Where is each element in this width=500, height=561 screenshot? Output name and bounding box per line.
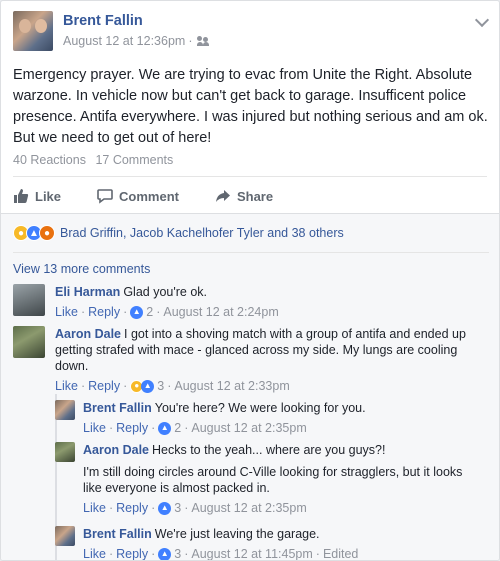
- reply-body: Aaron Dale Hecks to the yeah... where are…: [83, 442, 483, 516]
- meta-separator: ·: [188, 34, 193, 48]
- replier-name[interactable]: Brent Fallin: [83, 401, 152, 415]
- view-more-comments-link[interactable]: View 13 more comments: [13, 262, 150, 276]
- like-reaction-icon: ▲: [141, 379, 155, 393]
- post-header: Brent Fallin August 12 at 12:36pm ·: [13, 11, 490, 55]
- angry-reaction-icon: ●: [39, 225, 55, 241]
- comment-body: Eli Harman Glad you're ok. Like · Reply · ▲…: [55, 284, 485, 320]
- replier-avatar[interactable]: [55, 442, 75, 462]
- reply-time[interactable]: August 12 at 11:45pm: [191, 546, 312, 560]
- reply-footer: Like · Reply · ▲ 3 · August 12 at 11:45pm · …: [83, 546, 359, 561]
- comment-footer: Like · Reply · ● ▲ 3 · August 12 at 2:33pm: [55, 378, 290, 394]
- replier-avatar[interactable]: [55, 526, 75, 546]
- reply-reply-link[interactable]: Reply: [116, 546, 148, 560]
- reply-like-link[interactable]: Like: [83, 500, 106, 516]
- comment-reaction-count[interactable]: 2: [146, 304, 153, 320]
- reactions-summary[interactable]: ● ▲ ● Brad Griffin, Jacob Kachelhofer Ty…: [13, 224, 344, 242]
- comments-area: ● ▲ ● Brad Griffin, Jacob Kachelhofer Ty…: [1, 213, 499, 561]
- reply-text: Hecks to the yeah... where are you guys?…: [152, 443, 386, 457]
- replier-name[interactable]: Aaron Dale: [83, 443, 149, 457]
- commenter-name[interactable]: Eli Harman: [55, 285, 120, 299]
- comment-time[interactable]: August 12 at 2:24pm: [163, 304, 278, 320]
- reply-footer: Like · Reply · ▲ 2 · August 12 at 2:35pm: [83, 420, 307, 436]
- comment-time[interactable]: August 12 at 2:33pm: [174, 378, 289, 394]
- post-author-name[interactable]: Brent Fallin: [63, 13, 143, 29]
- post-card: Brent Fallin August 12 at 12:36pm · Emer…: [0, 0, 500, 561]
- post-timestamp[interactable]: August 12 at 12:36pm: [63, 34, 185, 48]
- comment-reply-link[interactable]: Reply: [88, 378, 120, 394]
- comment-icon: [97, 189, 113, 204]
- comment-reply-link[interactable]: Reply: [88, 304, 120, 320]
- post-actions: Like Comment Share: [13, 181, 489, 211]
- reply-reply-link[interactable]: Reply: [116, 500, 148, 516]
- comment-footer: Like · Reply · ▲ 2 · August 12 at 2:24pm: [55, 304, 279, 320]
- commenter-avatar[interactable]: [13, 326, 45, 358]
- comment-text: Glad you're ok.: [123, 285, 207, 299]
- reply-text: You're here? We were looking for you.: [154, 401, 366, 415]
- reactions-count[interactable]: 40 Reactions: [13, 153, 86, 167]
- chevron-down-icon[interactable]: [474, 12, 490, 28]
- share-label: Share: [236, 188, 274, 204]
- reply-reaction-count[interactable]: 3: [174, 546, 181, 560]
- commenter-avatar[interactable]: [13, 284, 45, 316]
- comment-like-link[interactable]: Like: [55, 378, 78, 394]
- reply-time[interactable]: August 12 at 2:35pm: [191, 420, 306, 436]
- reply-reaction-count[interactable]: 2: [174, 420, 181, 436]
- reply-body: Brent Fallin You're here? We were looking…: [83, 400, 483, 436]
- reply-like-link[interactable]: Like: [83, 546, 106, 560]
- reply-footer: Like · Reply · ▲ 3 · August 12 at 2:35pm: [83, 500, 307, 516]
- share-button[interactable]: Share: [215, 188, 273, 204]
- reply-reply-link[interactable]: Reply: [116, 420, 148, 436]
- like-reaction-icon: ▲: [158, 421, 172, 435]
- like-label: Like: [35, 188, 62, 204]
- comments-count[interactable]: 17 Comments: [95, 153, 173, 167]
- thumbs-up-icon: [14, 189, 29, 203]
- friends-audience-icon[interactable]: [197, 36, 210, 46]
- replier-name[interactable]: Brent Fallin: [83, 527, 152, 541]
- author-avatar[interactable]: [13, 11, 53, 51]
- post-meta: August 12 at 12:36pm ·: [63, 34, 210, 48]
- like-reaction-icon: ▲: [158, 501, 172, 515]
- replier-avatar[interactable]: [55, 400, 75, 420]
- comment-reaction-count[interactable]: 3: [157, 378, 164, 394]
- post-text: Emergency prayer. We are trying to evac …: [13, 67, 488, 146]
- like-button[interactable]: Like: [13, 188, 61, 204]
- reply-time[interactable]: August 12 at 2:35pm: [191, 500, 306, 516]
- reply-text-continued: I'm still doing circles around C-Ville l…: [83, 465, 463, 495]
- commenter-name[interactable]: Aaron Dale: [55, 327, 121, 341]
- like-reaction-icon: ▲: [158, 547, 172, 560]
- comment-like-link[interactable]: Like: [55, 304, 78, 320]
- reactions-names[interactable]: Brad Griffin, Jacob Kachelhofer Tyler an…: [60, 226, 344, 240]
- reply-reaction-count[interactable]: 3: [174, 500, 181, 516]
- edited-label[interactable]: Edited: [323, 546, 358, 560]
- post-counts: 40 Reactions 17 Comments: [13, 153, 173, 167]
- comment-button[interactable]: Comment: [97, 188, 179, 204]
- divider: [13, 176, 487, 177]
- reply-body: Brent Fallin We're just leaving the garag…: [83, 526, 483, 561]
- divider: [13, 252, 489, 253]
- comment-body: Aaron Dale I got into a shoving match wit…: [55, 326, 485, 394]
- reply-text: We're just leaving the garage.: [154, 527, 320, 541]
- share-icon: [215, 190, 230, 202]
- reply-like-link[interactable]: Like: [83, 420, 106, 436]
- comment-label: Comment: [119, 188, 179, 204]
- like-reaction-icon: ▲: [130, 305, 144, 319]
